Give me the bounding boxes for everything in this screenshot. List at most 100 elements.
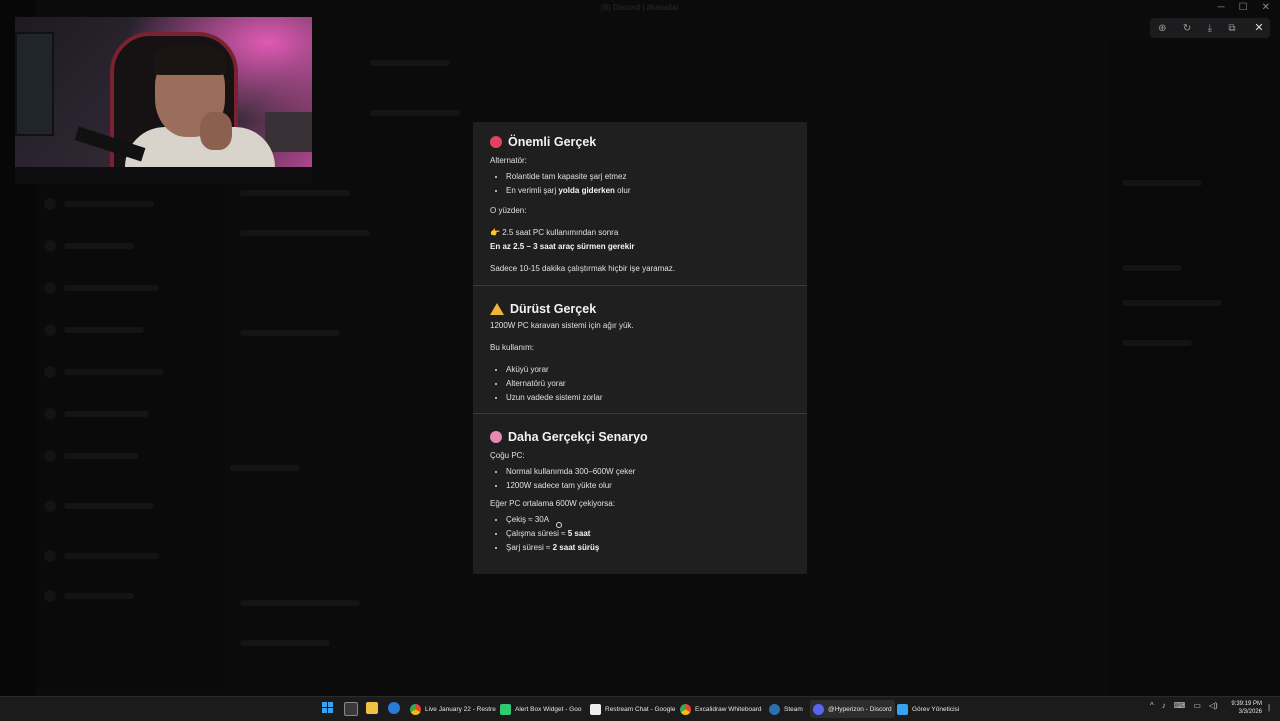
list-item-text: Rolantide tam kapasite şarj etmez — [506, 172, 627, 181]
mouse-cursor-icon — [556, 522, 562, 528]
list-item: Çekiş ≈ 30A — [506, 513, 790, 527]
open-external-icon[interactable]: ⧉ — [1228, 23, 1235, 34]
chevron-up-icon[interactable]: ^ — [1150, 701, 1154, 710]
list-item — [64, 453, 139, 459]
windows-start-icon[interactable] — [322, 702, 334, 714]
minimize-icon[interactable]: ─ — [1218, 2, 1225, 13]
download-icon[interactable]: ⤓ — [1208, 23, 1212, 34]
close-icon[interactable]: ✕ — [1262, 2, 1270, 13]
zoom-in-icon[interactable]: ⊕ — [1158, 23, 1166, 34]
taskbar-app-alert-box[interactable]: Alert Box Widget - Goo — [500, 700, 581, 718]
taskbar-app-task-manager[interactable]: Görev Yöneticisi — [897, 700, 959, 718]
list-item — [1122, 265, 1182, 271]
list-item-text: En verimli şarj — [506, 186, 559, 195]
point-text: 2.5 saat PC kullanımından sonra — [502, 228, 619, 237]
bullet-list: Normal kullanımda 300–600W çeker 1200W s… — [490, 465, 790, 493]
close-viewer-button[interactable]: ✕ — [1249, 18, 1269, 38]
list-item — [64, 369, 164, 375]
message-line — [370, 60, 450, 66]
taskbar-app-label: Excalidraw Whiteboard — [695, 705, 762, 713]
taskbar-app-restream[interactable]: Live January 22 - Restre — [410, 700, 496, 718]
point-bold-line: En az 2.5 – 3 saat araç sürmen gerekir — [490, 242, 790, 252]
message-line — [240, 190, 350, 196]
bold-text: yolda giderken — [558, 186, 615, 195]
notification-icon[interactable]: | — [1268, 703, 1274, 713]
list-item: Şarj süresi ≈ 2 saat sürüş — [506, 541, 790, 555]
taskbar-app-restream-chat[interactable]: Restream Chat - Google — [590, 700, 675, 718]
taskbar-app-label: Steam — [784, 705, 803, 713]
list-item — [64, 411, 149, 417]
section-honest-fact: Dürüst Gerçek 1200W PC karavan sistemi i… — [473, 286, 807, 405]
file-explorer-icon[interactable] — [366, 702, 378, 714]
bold-text: 5 saat — [567, 529, 591, 538]
section-heading: Daha Gerçekçi Senaryo — [490, 427, 790, 447]
point-text-line: 👉 2.5 saat PC kullanımından sonra — [490, 228, 790, 238]
avatar — [44, 240, 56, 252]
microphone-icon[interactable]: ♪ — [1162, 701, 1166, 710]
member-list — [1110, 40, 1280, 696]
warning-icon — [490, 303, 504, 315]
avatar — [44, 282, 56, 294]
avatar — [44, 550, 56, 562]
lead-text: Bu kullanım: — [490, 343, 535, 352]
list-item — [1122, 180, 1202, 186]
avatar — [44, 324, 56, 336]
brain-icon — [490, 431, 502, 443]
windows-taskbar: Live January 22 - Restre Alert Box Widge… — [0, 696, 1280, 721]
maximize-icon[interactable]: ☐ — [1239, 2, 1248, 13]
section-heading: Önemli Gerçek — [490, 132, 790, 152]
pointing-hand-icon: 👉 — [490, 228, 500, 237]
therefore-text: O yüzden: — [490, 206, 527, 215]
message-line — [370, 110, 460, 116]
bullet-list: Rolantide tam kapasite şarj etmez En ver… — [490, 170, 790, 198]
list-item-text: Çekiş ≈ 30A — [506, 515, 550, 524]
rotate-icon[interactable]: ↻ — [1183, 23, 1191, 34]
cam-shelf — [265, 112, 312, 152]
section-title: Daha Gerçekçi Senaryo — [508, 430, 648, 444]
app-icon — [500, 703, 511, 715]
list-item: Alternatörü yorar — [506, 377, 790, 391]
message-line — [230, 465, 300, 471]
message-line — [240, 230, 370, 236]
list-item: 1200W sadece tam yükte olur — [506, 479, 790, 493]
section-heading: Dürüst Gerçek — [490, 299, 790, 319]
list-item-text: Çalışma süresi ≈ — [506, 529, 568, 538]
terminal-icon[interactable] — [344, 702, 358, 716]
list-item — [1122, 340, 1192, 346]
avatar — [44, 450, 56, 462]
taskbar-app-label: @Hyperizon - Discord — [828, 705, 892, 713]
list-item — [64, 553, 159, 559]
message-line — [240, 600, 360, 606]
red-circle-icon — [490, 136, 502, 148]
keyboard-icon[interactable]: ⌨ — [1174, 701, 1186, 710]
search-icon[interactable] — [388, 702, 400, 714]
section-important-fact: Önemli Gerçek Alternatör: Rolantide tam … — [473, 132, 807, 274]
intro-text: Alternatör: — [490, 156, 527, 165]
clock-time: 9:39:19 PM — [1231, 701, 1262, 707]
steam-icon — [769, 703, 780, 715]
list-item — [1122, 300, 1222, 306]
taskbar-app-discord[interactable]: @Hyperizon - Discord — [810, 700, 895, 718]
network-icon[interactable]: ▭ — [1193, 701, 1201, 710]
note-text: Sadece 10-15 dakika çalıştırmak hiçbir i… — [490, 264, 675, 273]
webcam-overlay — [15, 17, 312, 184]
intro-text: Çoğu PC: — [490, 451, 525, 460]
list-item-text: Şarj süresi ≈ — [506, 543, 553, 552]
volume-icon[interactable]: ◁) — [1209, 701, 1218, 710]
window-controls: ─ ☐ ✕ — [1218, 2, 1270, 13]
bold-text: En az 2.5 – 3 saat araç sürmen gerekir — [490, 242, 635, 251]
list-item-text: olur — [614, 186, 631, 195]
bullet-list: Aküyü yorar Alternatörü yorar Uzun vaded… — [490, 363, 790, 405]
person-hair — [153, 45, 227, 75]
taskbar-app-excalidraw[interactable]: Excalidraw Whiteboard — [680, 700, 761, 718]
bold-text: 2 saat sürüş — [552, 543, 600, 552]
taskbar-app-steam[interactable]: Steam — [769, 700, 803, 718]
list-item — [64, 503, 154, 509]
intro-text: 1200W PC karavan sistemi için ağır yük. — [490, 321, 634, 330]
taskbar-clock[interactable]: 9:39:19 PM 3/3/2026 — [1222, 700, 1262, 716]
list-item — [64, 201, 154, 207]
clock-date: 3/3/2026 — [1238, 709, 1262, 715]
list-item: Çalışma süresi ≈ 5 saat — [506, 527, 790, 541]
taskbar-app-label: Alert Box Widget - Goo — [515, 705, 582, 713]
lead-text: Eğer PC ortalama 600W çekiyorsa: — [490, 499, 615, 508]
